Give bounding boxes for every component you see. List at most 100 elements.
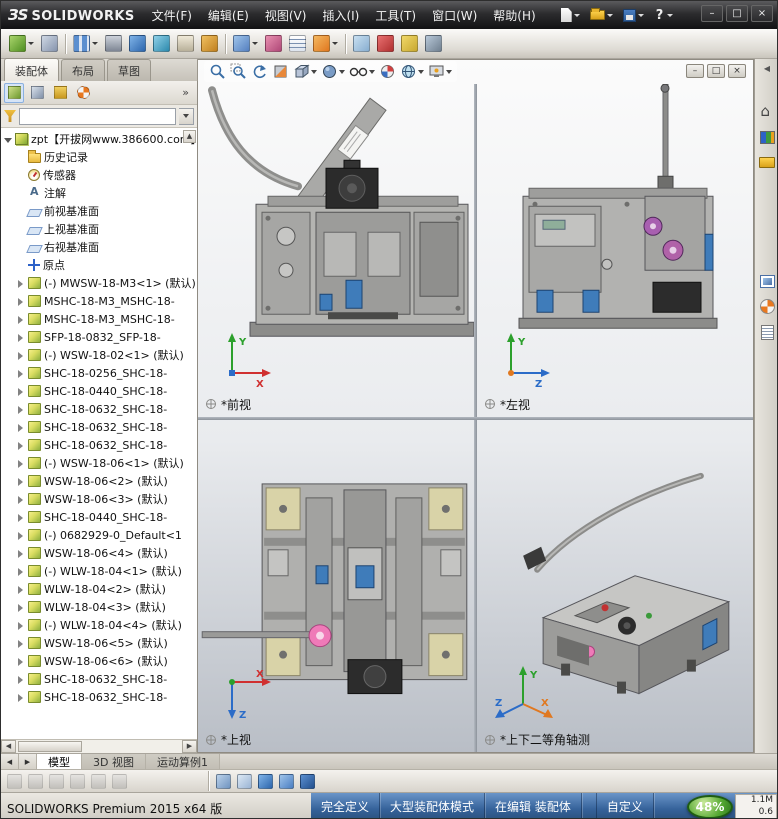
viewport-left[interactable]: Y Z *左视: [477, 84, 753, 417]
viewport-top[interactable]: X Z *上视: [198, 420, 474, 753]
expand-arrow-icon[interactable]: [16, 584, 27, 595]
bill-of-materials-icon[interactable]: [286, 31, 309, 57]
expand-arrow-icon[interactable]: [16, 476, 27, 487]
expand-arrow-icon[interactable]: [16, 656, 27, 667]
tree-item[interactable]: 历史记录: [1, 148, 197, 166]
explode-line-sketch-icon[interactable]: [350, 31, 373, 57]
configuration-manager-icon[interactable]: [50, 83, 70, 103]
open-document-button[interactable]: [587, 8, 616, 22]
assembly-features-icon[interactable]: [198, 31, 221, 57]
collapse-arrow-icon[interactable]: [3, 134, 14, 145]
scrollbar-track[interactable]: [16, 740, 182, 753]
tree-item[interactable]: MSHC-18-M3_MSHC-18-: [1, 310, 197, 328]
filter-dropdown-button[interactable]: [179, 107, 194, 125]
insert-component-icon[interactable]: [6, 31, 37, 57]
design-library-icon[interactable]: [759, 131, 775, 144]
tree-item[interactable]: SHC-18-0440_SHC-18-: [1, 508, 197, 526]
tree-item[interactable]: MSHC-18-M3_MSHC-18-: [1, 292, 197, 310]
expand-arrow-icon[interactable]: [16, 152, 27, 163]
expand-arrow-icon[interactable]: [16, 566, 27, 577]
expand-arrow-icon[interactable]: [16, 350, 27, 361]
linear-component-pattern-icon[interactable]: [70, 31, 101, 57]
tree-item[interactable]: WSW-18-06<4> (默认): [1, 544, 197, 562]
expand-arrow-icon[interactable]: [16, 530, 27, 541]
tree-item[interactable]: 上视基准面: [1, 220, 197, 238]
apply-scene-button[interactable]: [400, 63, 424, 80]
tree-item[interactable]: (-) WLW-18-04<4> (默认): [1, 616, 197, 634]
tree-item[interactable]: 右视基准面: [1, 238, 197, 256]
expand-arrow-icon[interactable]: [16, 368, 27, 379]
tree-item[interactable]: SHC-18-0256_SHC-18-: [1, 364, 197, 382]
zoom-to-fit-button[interactable]: [209, 63, 226, 80]
maximize-button[interactable]: □: [726, 5, 748, 22]
measure-icon[interactable]: [398, 31, 421, 57]
move-component-icon[interactable]: [126, 31, 149, 57]
tree-scroll-up-button[interactable]: ▲: [183, 130, 196, 143]
tree-item[interactable]: WSW-18-06<2> (默认): [1, 472, 197, 490]
zoom-to-area-button[interactable]: [230, 63, 247, 80]
save-document-button[interactable]: [620, 7, 647, 24]
section-view-button[interactable]: [272, 63, 289, 80]
viewport-front[interactable]: Y X *前视: [198, 84, 474, 417]
tab-scroll-right-button[interactable]: ▶: [19, 754, 37, 769]
expand-arrow-icon[interactable]: [16, 602, 27, 613]
close-button[interactable]: ×: [751, 5, 773, 22]
menu-item[interactable]: 视图(V): [257, 1, 315, 29]
new-document-button[interactable]: [558, 6, 583, 24]
tree-filter-input[interactable]: [19, 107, 176, 125]
tree-root-assembly[interactable]: zpt【开拔网www.386600.com】: [1, 130, 197, 148]
tree-item[interactable]: WSW-18-06<5> (默认): [1, 634, 197, 652]
show-hidden-components-icon[interactable]: [174, 31, 197, 57]
expand-arrow-icon[interactable]: [16, 314, 27, 325]
expand-arrow-icon[interactable]: [16, 548, 27, 559]
expand-arrow-icon[interactable]: [16, 440, 27, 451]
expand-arrow-icon[interactable]: [16, 206, 27, 217]
tab-motion-study-1[interactable]: 运动算例1: [145, 754, 220, 769]
menu-item[interactable]: 插入(I): [314, 1, 367, 29]
tree-item[interactable]: SFP-18-0832_SFP-18-: [1, 328, 197, 346]
rotate-component-icon[interactable]: [150, 31, 173, 57]
expand-arrow-icon[interactable]: [16, 692, 27, 703]
expand-arrow-icon[interactable]: [16, 674, 27, 685]
tree-item[interactable]: (-) WSW-18-06<1> (默认): [1, 454, 197, 472]
displaymanager-icon[interactable]: [73, 83, 93, 103]
scroll-left-button[interactable]: ◀: [1, 740, 16, 753]
tab-model[interactable]: 模型: [37, 754, 82, 769]
expand-arrow-icon[interactable]: [16, 638, 27, 649]
menu-item[interactable]: 帮助(H): [485, 1, 543, 29]
tree-item[interactable]: 注解: [1, 184, 197, 202]
tree-item[interactable]: SHC-18-0440_SHC-18-: [1, 382, 197, 400]
expand-arrow-icon[interactable]: [16, 422, 27, 433]
custom-properties-icon[interactable]: [760, 325, 774, 340]
tree-horizontal-scrollbar[interactable]: ◀ ▶: [1, 739, 197, 753]
featuremanager-tree-icon[interactable]: [4, 82, 24, 103]
scrollbar-thumb[interactable]: [18, 741, 82, 752]
doc-close-button[interactable]: ×: [728, 64, 746, 78]
doc-minimize-button[interactable]: –: [686, 64, 704, 78]
interference-detection-icon[interactable]: [374, 31, 397, 57]
tree-item[interactable]: SHC-18-0632_SHC-18-: [1, 688, 197, 706]
assembly-visualization-icon[interactable]: [277, 771, 296, 791]
tree-item[interactable]: WSW-18-06<6> (默认): [1, 652, 197, 670]
scroll-right-button[interactable]: ▶: [182, 740, 197, 753]
tab-assembly[interactable]: 装配体: [4, 58, 59, 81]
propertymanager-icon[interactable]: [27, 83, 47, 103]
view-orientation-button[interactable]: [293, 63, 317, 80]
hide-show-items-button[interactable]: [349, 63, 375, 80]
tree-item[interactable]: 传感器: [1, 166, 197, 184]
solidworks-resources-icon[interactable]: [759, 102, 776, 120]
expand-arrow-icon[interactable]: [16, 386, 27, 397]
hide-show-components-icon[interactable]: [214, 771, 233, 791]
mate-icon[interactable]: [38, 31, 61, 57]
new-motion-study-icon[interactable]: [262, 31, 285, 57]
tree-item[interactable]: SHC-18-0632_SHC-18-: [1, 418, 197, 436]
expand-arrow-icon[interactable]: [16, 170, 27, 181]
expand-arrow-icon[interactable]: [16, 260, 27, 271]
tree-item[interactable]: (-) WSW-18-02<1> (默认): [1, 346, 197, 364]
tree-item[interactable]: WLW-18-04<2> (默认): [1, 580, 197, 598]
expand-arrow-icon[interactable]: [16, 404, 27, 415]
viewport-isometric[interactable]: Y X Z *上下二等角轴测: [477, 420, 753, 753]
tree-item[interactable]: 原点: [1, 256, 197, 274]
expand-arrow-icon[interactable]: [16, 332, 27, 343]
menu-item[interactable]: 工具(T): [367, 1, 424, 29]
